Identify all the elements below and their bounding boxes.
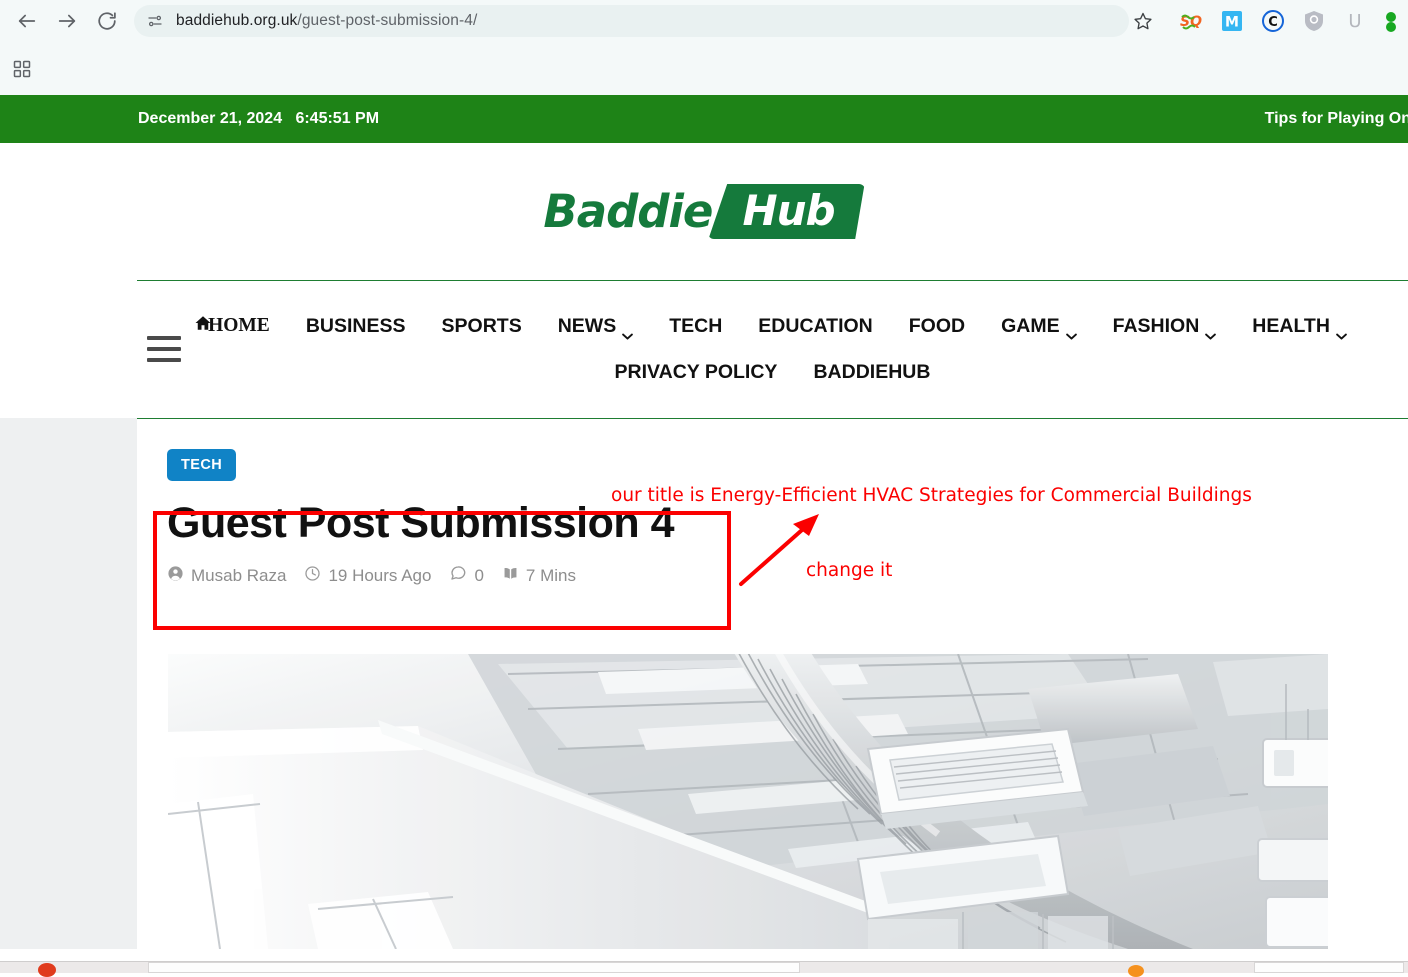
forward-button[interactable] bbox=[50, 4, 84, 38]
nav-label: GAME bbox=[1001, 314, 1060, 337]
shield-extension-icon[interactable] bbox=[1302, 9, 1326, 33]
svg-text:M: M bbox=[1225, 15, 1239, 31]
nav-label: FASHION bbox=[1112, 314, 1200, 337]
category-badge[interactable]: TECH bbox=[167, 449, 237, 481]
extension-icons: SQ M C U bbox=[1157, 9, 1408, 33]
green-extension-icon[interactable] bbox=[1384, 9, 1408, 33]
bookmark-star-icon[interactable] bbox=[1129, 7, 1157, 35]
nav-label: PRIVACY POLICY bbox=[614, 360, 778, 383]
nav-label: FOOD bbox=[908, 314, 966, 337]
home-icon bbox=[194, 314, 212, 338]
m-extension-icon[interactable]: M bbox=[1220, 9, 1244, 33]
c-extension-icon[interactable]: C bbox=[1261, 9, 1285, 33]
topbar-datetime: December 21, 2024 6:45:51 PM bbox=[138, 110, 379, 128]
nav-item-business[interactable]: BUSINESS bbox=[288, 315, 424, 338]
site-topbar: December 21, 2024 6:45:51 PM Tips for Pl… bbox=[0, 95, 1408, 143]
user-icon bbox=[167, 565, 184, 587]
chevron-down-icon bbox=[1065, 323, 1077, 340]
meta-comments[interactable]: 0 bbox=[449, 564, 484, 587]
browser-nav-buttons bbox=[0, 4, 124, 38]
nav-item-game[interactable]: GAME bbox=[983, 314, 1095, 340]
logo-badge: Hub bbox=[708, 184, 865, 239]
annotation-arrow-icon bbox=[735, 510, 825, 590]
nav-label: BADDIEHUB bbox=[813, 360, 931, 383]
site-logo[interactable]: Baddie Hub bbox=[543, 184, 865, 239]
topbar-time: 6:45:51 PM bbox=[295, 110, 380, 127]
nav-item-tech[interactable]: TECH bbox=[651, 315, 740, 338]
nav-label: NEWS bbox=[557, 314, 617, 337]
hamburger-bar bbox=[147, 347, 181, 351]
logo-word: Baddie bbox=[543, 185, 713, 238]
nav-label: HOME bbox=[208, 315, 270, 336]
clock-icon bbox=[304, 565, 321, 587]
svg-text:U: U bbox=[1348, 11, 1361, 32]
comment-icon bbox=[449, 564, 467, 587]
sq-extension-icon[interactable]: SQ bbox=[1179, 9, 1203, 33]
taskbar-tray-panel[interactable] bbox=[1254, 962, 1404, 973]
meta-published: 19 Hours Ago bbox=[304, 565, 431, 587]
url-domain: baddiehub.org.uk bbox=[176, 12, 298, 29]
nav-item-health[interactable]: HEALTH bbox=[1234, 314, 1365, 340]
main-navigation: HOME BUSINESS SPORTS NEWS TECH EDUCATION… bbox=[137, 280, 1408, 418]
topbar-date: December 21, 2024 bbox=[138, 110, 283, 127]
meta-read-time: 7 Mins bbox=[502, 565, 576, 587]
nav-label: HEALTH bbox=[1252, 314, 1330, 337]
book-icon bbox=[502, 565, 519, 587]
apps-grid-icon[interactable] bbox=[8, 55, 36, 83]
nav-item-food[interactable]: FOOD bbox=[891, 315, 983, 338]
meta-author[interactable]: Musab Raza bbox=[167, 565, 286, 587]
nav-label: SPORTS bbox=[441, 314, 522, 337]
site-header: Baddie Hub bbox=[0, 143, 1408, 280]
hamburger-bar bbox=[147, 336, 181, 340]
nav-item-privacy-policy[interactable]: PRIVACY POLICY bbox=[597, 361, 796, 384]
chevron-down-icon bbox=[1205, 323, 1217, 340]
hamburger-menu-icon[interactable] bbox=[147, 336, 181, 362]
nav-item-education[interactable]: EDUCATION bbox=[740, 315, 890, 338]
article-featured-image bbox=[168, 654, 1328, 949]
meta-author-label: Musab Raza bbox=[191, 565, 287, 585]
meta-comments-count: 0 bbox=[474, 565, 484, 585]
taskbar-window-button[interactable] bbox=[148, 962, 800, 973]
chevron-down-icon bbox=[622, 323, 634, 340]
nav-row-secondary: PRIVACY POLICY BADDIEHUB bbox=[137, 349, 1408, 395]
nav-item-news[interactable]: NEWS bbox=[540, 314, 652, 340]
annotation-title-note: our title is Energy-Efficient HVAC Strat… bbox=[611, 485, 1252, 506]
nav-label: EDUCATION bbox=[758, 314, 873, 337]
taskbar-orange-icon[interactable] bbox=[1128, 965, 1144, 977]
nav-item-baddiehub[interactable]: BADDIEHUB bbox=[795, 361, 948, 384]
nav-label: TECH bbox=[669, 314, 723, 337]
address-bar[interactable]: baddiehub.org.uk/guest-post-submission-4… bbox=[134, 5, 1129, 37]
nav-label: BUSINESS bbox=[305, 314, 406, 337]
url-path: /guest-post-submission-4/ bbox=[297, 12, 478, 29]
bookmarks-bar bbox=[0, 42, 1408, 95]
back-button[interactable] bbox=[10, 4, 44, 38]
nav-item-sports[interactable]: SPORTS bbox=[424, 315, 540, 338]
taskbar-red-icon[interactable] bbox=[38, 963, 56, 977]
topbar-ticker[interactable]: Tips for Playing On bbox=[1265, 110, 1408, 128]
svg-text:C: C bbox=[1268, 15, 1278, 30]
url-text: baddiehub.org.uk/guest-post-submission-4… bbox=[168, 12, 1123, 30]
hamburger-bar bbox=[147, 358, 181, 362]
meta-published-label: 19 Hours Ago bbox=[328, 565, 432, 585]
meta-read-time-label: 7 Mins bbox=[525, 565, 576, 585]
hvac-ceiling-photo bbox=[168, 654, 1328, 949]
nav-item-home[interactable]: HOME bbox=[180, 315, 288, 337]
u-extension-icon[interactable]: U bbox=[1343, 9, 1367, 33]
browser-toolbar: baddiehub.org.uk/guest-post-submission-4… bbox=[0, 0, 1408, 42]
reload-button[interactable] bbox=[90, 4, 124, 38]
site-info-icon[interactable] bbox=[142, 8, 168, 34]
chevron-down-icon bbox=[1336, 323, 1347, 340]
nav-item-fashion[interactable]: FASHION bbox=[1095, 314, 1235, 340]
nav-row-primary: HOME BUSINESS SPORTS NEWS TECH EDUCATION… bbox=[137, 303, 1408, 349]
